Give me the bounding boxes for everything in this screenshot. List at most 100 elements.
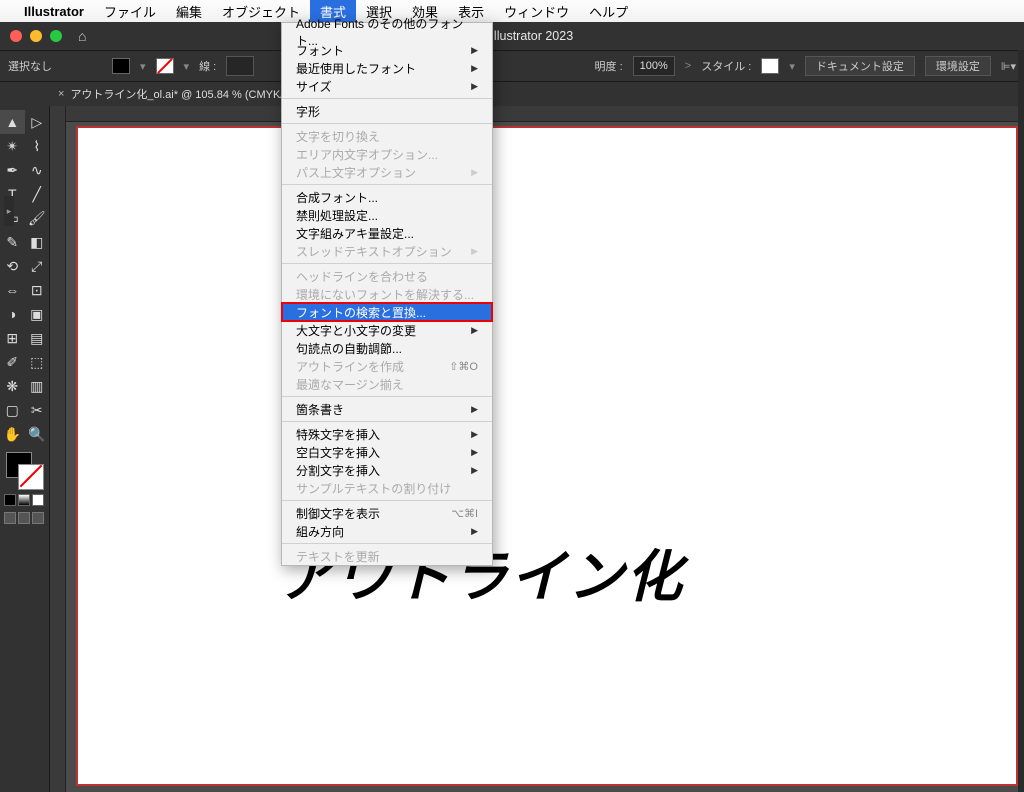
style-label: スタイル : xyxy=(701,58,751,74)
blend-tool[interactable]: ⬚ xyxy=(25,350,50,374)
document-setup-button[interactable]: ドキュメント設定 xyxy=(805,56,915,76)
menu-item-label: ヘッドラインを合わせる xyxy=(296,268,428,285)
artboard[interactable]: ライン化 ライン化 アウトライン化 xyxy=(78,128,1016,784)
none-mode-icon[interactable] xyxy=(32,494,44,506)
gradient-mode-icon[interactable] xyxy=(18,494,30,506)
workspace: ▸ ▲▷ ✴⌇ ✒∿ T╱ ▭🖌 ✎◧ ⟲⤢ ⇔⊡ ◑▣ ⊞▤ ✐⬚ ❋▥ ▢✂… xyxy=(0,106,1024,792)
menu-item-label: アウトラインを作成 xyxy=(296,358,404,375)
scale-tool[interactable]: ⤢ xyxy=(25,254,50,278)
line-tool[interactable]: ╱ xyxy=(25,182,50,206)
draw-normal-icon[interactable] xyxy=(4,512,16,524)
artboard-tool[interactable]: ▢ xyxy=(0,398,25,422)
curvature-tool[interactable]: ∿ xyxy=(25,158,50,182)
menu-item[interactable]: 禁則処理設定... xyxy=(282,206,492,224)
home-icon[interactable]: ⌂ xyxy=(78,28,86,44)
menu-help[interactable]: ヘルプ xyxy=(579,0,638,22)
canvas-area[interactable]: ライン化 ライン化 アウトライン化 xyxy=(50,106,1024,792)
menu-item[interactable]: Adobe Fonts のその他のフォント... xyxy=(282,23,492,41)
document-tab[interactable]: アウトライン化_ol.ai* @ 105.84 % (CMYK/プレ xyxy=(70,86,305,102)
expand-panel-icon[interactable]: ▸ xyxy=(4,196,14,226)
paintbrush-tool[interactable]: 🖌 xyxy=(25,206,50,230)
minimize-icon[interactable] xyxy=(30,30,42,42)
opacity-field[interactable]: 100% xyxy=(633,56,675,76)
stroke-color[interactable] xyxy=(18,464,44,490)
eraser-tool[interactable]: ◧ xyxy=(25,230,50,254)
submenu-arrow-icon: ▶ xyxy=(471,325,478,336)
ruler-vertical[interactable] xyxy=(50,106,66,792)
close-icon[interactable] xyxy=(10,30,22,42)
stroke-swatch[interactable] xyxy=(156,58,174,74)
stroke-weight-field[interactable] xyxy=(226,56,254,76)
perspective-tool[interactable]: ▣ xyxy=(25,302,50,326)
rotate-tool[interactable]: ⟲ xyxy=(0,254,25,278)
lasso-tool[interactable]: ⌇ xyxy=(25,134,50,158)
graph-tool[interactable]: ▥ xyxy=(25,374,50,398)
menu-item[interactable]: 空白文字を挿入▶ xyxy=(282,443,492,461)
menu-shortcut: ⌥⌘I xyxy=(451,507,478,520)
menu-item-label: サイズ xyxy=(296,78,332,95)
menu-item: スレッドテキストオプション▶ xyxy=(282,242,492,260)
hand-tool[interactable]: ✋ xyxy=(0,422,25,446)
menu-item[interactable]: 大文字と小文字の変更 ▶ xyxy=(282,321,492,339)
document-tab-bar: × アウトライン化_ol.ai* @ 105.84 % (CMYK/プレ xyxy=(0,82,1024,106)
pen-tool[interactable]: ✒ xyxy=(0,158,25,182)
eyedropper-tool[interactable]: ✐ xyxy=(0,350,25,374)
menu-shortcut: ⇧⌘O xyxy=(449,360,478,373)
submenu-arrow-icon: ▶ xyxy=(471,404,478,415)
menu-item[interactable]: 箇条書き▶ xyxy=(282,400,492,418)
menu-item-label: 大文字と小文字の変更 xyxy=(296,322,416,339)
zoom-tool[interactable]: 🔍 xyxy=(25,422,50,446)
selection-tool[interactable]: ▲ xyxy=(0,110,25,134)
selection-status: 選択なし xyxy=(8,58,52,74)
menu-item: エリア内文字オプション... xyxy=(282,145,492,163)
mesh-tool[interactable]: ⊞ xyxy=(0,326,25,350)
menu-edit[interactable]: 編集 xyxy=(166,0,212,22)
submenu-arrow-icon: ▶ xyxy=(471,81,478,92)
maximize-icon[interactable] xyxy=(50,30,62,42)
menu-item[interactable]: 文字組みアキ量設定... xyxy=(282,224,492,242)
menu-item-label: 合成フォント... xyxy=(296,189,378,206)
menu-item-label: サンプルテキストの割り付け xyxy=(296,480,451,497)
submenu-arrow-icon: ▶ xyxy=(471,246,478,257)
preferences-button[interactable]: 環境設定 xyxy=(925,56,991,76)
width-tool[interactable]: ⇔ xyxy=(0,278,25,302)
direct-selection-tool[interactable]: ▷ xyxy=(25,110,50,134)
shaper-tool[interactable]: ✎ xyxy=(0,230,25,254)
fill-swatch[interactable] xyxy=(112,58,130,74)
menu-item[interactable]: サイズ ▶ xyxy=(282,77,492,95)
submenu-arrow-icon: ▶ xyxy=(471,429,478,440)
menu-item[interactable]: フォントの検索と置換... xyxy=(282,303,492,321)
close-tab-icon[interactable]: × xyxy=(58,88,64,100)
shape-builder-tool[interactable]: ◑ xyxy=(0,302,25,326)
free-transform-tool[interactable]: ⊡ xyxy=(25,278,50,302)
right-panel-edge[interactable] xyxy=(1018,50,1024,792)
menu-item[interactable]: 字形 xyxy=(282,102,492,120)
menu-item[interactable]: 句読点の自動調節... xyxy=(282,339,492,357)
draw-inside-icon[interactable] xyxy=(32,512,44,524)
magic-wand-tool[interactable]: ✴ xyxy=(0,134,25,158)
menu-window[interactable]: ウィンドウ xyxy=(494,0,579,22)
menu-item: テキストを更新 xyxy=(282,547,492,565)
symbol-sprayer-tool[interactable]: ❋ xyxy=(0,374,25,398)
menu-item[interactable]: 制御文字を表示⌥⌘I xyxy=(282,504,492,522)
align-icon[interactable]: ⊫▾ xyxy=(1001,60,1016,73)
menu-item: アウトラインを作成 ⇧⌘O xyxy=(282,357,492,375)
window-titlebar: ⌂ Adobe Illustrator 2023 xyxy=(0,22,1024,50)
menu-item-label: テキストを更新 xyxy=(296,548,380,565)
draw-behind-icon[interactable] xyxy=(18,512,30,524)
menu-item[interactable]: 分割文字を挿入▶ xyxy=(282,461,492,479)
menu-file[interactable]: ファイル xyxy=(94,0,166,22)
app-name[interactable]: Illustrator xyxy=(14,4,94,19)
fill-stroke-control[interactable] xyxy=(0,452,49,488)
slice-tool[interactable]: ✂ xyxy=(25,398,50,422)
menu-item[interactable]: 最近使用したフォント▶ xyxy=(282,59,492,77)
gradient-tool[interactable]: ▤ xyxy=(25,326,50,350)
menu-item[interactable]: 特殊文字を挿入▶ xyxy=(282,425,492,443)
style-swatch[interactable] xyxy=(761,58,779,74)
menu-item[interactable]: 合成フォント... xyxy=(282,188,492,206)
submenu-arrow-icon: ▶ xyxy=(471,447,478,458)
ruler-horizontal[interactable] xyxy=(66,106,1024,122)
menu-item: パス上文字オプション▶ xyxy=(282,163,492,181)
color-mode-icon[interactable] xyxy=(4,494,16,506)
menu-item[interactable]: 組み方向▶ xyxy=(282,522,492,540)
